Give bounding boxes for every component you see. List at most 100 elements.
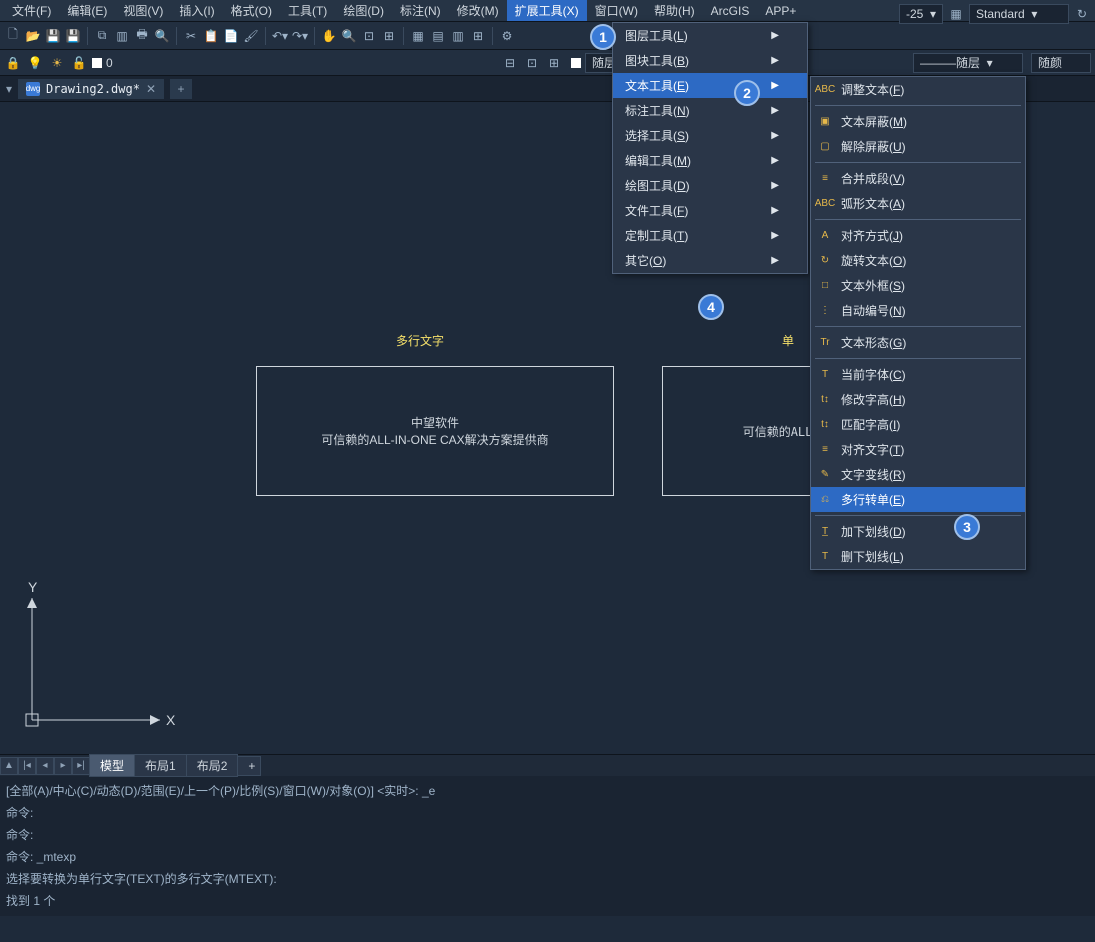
lctr-icon[interactable]: ⊡	[523, 54, 541, 72]
menu-5[interactable]: 工具(T)	[280, 0, 335, 21]
color-swatch[interactable]	[92, 58, 102, 68]
new-icon[interactable]: 🗋	[4, 27, 22, 45]
tab-layout1[interactable]: 布局1	[134, 754, 187, 777]
submenu-item[interactable]: Tr文本形态(G)	[811, 330, 1025, 355]
menu-3[interactable]: 插入(I)	[171, 0, 222, 21]
submenu-item[interactable]: t↕修改字高(H)	[811, 387, 1025, 412]
submenu-item[interactable]: ▣文本屏蔽(M)	[811, 109, 1025, 134]
lprev-icon[interactable]: ⊟	[501, 54, 519, 72]
menu-icon: □	[817, 278, 833, 294]
preview-icon[interactable]: 🔍	[153, 27, 171, 45]
menu-item[interactable]: 文件工具(F)▶	[613, 198, 807, 223]
menu-item[interactable]: 定制工具(T)▶	[613, 223, 807, 248]
submenu-item[interactable]: ⎌多行转单(E)	[811, 487, 1025, 512]
submenu-item[interactable]: ▢解除屏蔽(U)	[811, 134, 1025, 159]
tab-layout2[interactable]: 布局2	[186, 754, 239, 777]
zoom-icon[interactable]: 🔍	[340, 27, 358, 45]
cut-icon[interactable]: ✂	[182, 27, 200, 45]
menu-12[interactable]: ArcGIS	[703, 2, 758, 20]
grid4-icon[interactable]: ⊞	[469, 27, 487, 45]
nav-first[interactable]: |◂	[18, 757, 36, 775]
nav-last[interactable]: ▸|	[72, 757, 90, 775]
menu-item[interactable]: 编辑工具(M)▶	[613, 148, 807, 173]
submenu-item[interactable]: ABC调整文本(F)	[811, 77, 1025, 102]
save-icon[interactable]: 💾	[44, 27, 62, 45]
label-multiline: 多行文字	[396, 332, 444, 349]
saveall-icon[interactable]: 💾	[64, 27, 82, 45]
menu-0[interactable]: 文件(F)	[4, 0, 59, 21]
axis-x-label: X	[166, 712, 176, 728]
refresh-icon[interactable]: ↻	[1073, 5, 1091, 23]
submenu-item[interactable]: t↕匹配字高(I)	[811, 412, 1025, 437]
grid3-icon[interactable]: ▥	[449, 27, 467, 45]
menu-item[interactable]: 其它(O)▶	[613, 248, 807, 273]
submenu-item[interactable]: T̲加下划线(D)	[811, 519, 1025, 544]
menu-7[interactable]: 标注(N)	[392, 0, 449, 21]
menu-10[interactable]: 窗口(W)	[587, 0, 646, 21]
text-box-multiline[interactable]: 中望软件 可信赖的ALL-IN-ONE CAX解决方案提供商	[256, 366, 614, 496]
submenu-item[interactable]: ABC弧形文本(A)	[811, 191, 1025, 216]
redo-icon[interactable]: ↷▾	[291, 27, 309, 45]
undo-icon[interactable]: ↶▾	[271, 27, 289, 45]
standard-combo[interactable]: Standard ▾	[969, 4, 1069, 24]
sun-icon[interactable]: ☀	[48, 54, 66, 72]
lnext-icon[interactable]: ⊞	[545, 54, 563, 72]
grid2-icon[interactable]: ▤	[429, 27, 447, 45]
file-tab[interactable]: dwg Drawing2.dwg* ✕	[18, 79, 164, 99]
submenu-item[interactable]: ≡合并成段(V)	[811, 166, 1025, 191]
menu-8[interactable]: 修改(M)	[449, 0, 507, 21]
linetype-combo[interactable]: ——— 随层 ▾	[913, 53, 1023, 73]
tab-menu-icon[interactable]: ▾	[6, 82, 12, 96]
menu-item[interactable]: 标注工具(N)▶	[613, 98, 807, 123]
menu-6[interactable]: 绘图(D)	[335, 0, 392, 21]
style-icon[interactable]: ▦	[947, 5, 965, 23]
menu-4[interactable]: 格式(O)	[223, 0, 280, 21]
menu-item[interactable]: 图块工具(B)▶	[613, 48, 807, 73]
copy-icon[interactable]: ⧉	[93, 27, 111, 45]
tab-model[interactable]: 模型	[89, 754, 135, 777]
submenu-item[interactable]: ✎文字变线(R)	[811, 462, 1025, 487]
tab-add[interactable]: +	[237, 756, 261, 776]
nav-next[interactable]: ▸	[54, 757, 72, 775]
box1-line2: 可信赖的ALL-IN-ONE CAX解决方案提供商	[257, 431, 613, 448]
print-icon[interactable]: 🖶	[133, 27, 151, 45]
brush-icon[interactable]: 🖌	[242, 27, 260, 45]
menu-icon: ▢	[817, 139, 833, 155]
paste-icon[interactable]: 📄	[222, 27, 240, 45]
menu-9[interactable]: 扩展工具(X)	[507, 0, 587, 21]
command-line[interactable]: [全部(A)/中心(C)/动态(D)/范围(E)/上一个(P)/比例(S)/窗口…	[0, 776, 1095, 916]
lock2-icon[interactable]: 🔓	[70, 54, 88, 72]
submenu-item[interactable]: ↻旋转文本(O)	[811, 248, 1025, 273]
menu-2[interactable]: 视图(V)	[115, 0, 171, 21]
submenu-item[interactable]: □文本外框(S)	[811, 273, 1025, 298]
tool-icon[interactable]: ⚙	[498, 27, 516, 45]
open-icon[interactable]: 📂	[24, 27, 42, 45]
menu-item[interactable]: 图层工具(L)▶	[613, 23, 807, 48]
scroll-up[interactable]: ▲	[0, 757, 18, 775]
menu-13[interactable]: APP+	[757, 2, 804, 20]
menu-item[interactable]: 绘图工具(D)▶	[613, 173, 807, 198]
submenu-item[interactable]: T当前字体(C)	[811, 362, 1025, 387]
zoomext-icon[interactable]: ⊞	[380, 27, 398, 45]
menu-item[interactable]: 文本工具(E)▶	[613, 73, 807, 98]
lock-icon[interactable]: 🔒	[4, 54, 22, 72]
copy2-icon[interactable]: 📋	[202, 27, 220, 45]
layers-icon[interactable]: ▥	[113, 27, 131, 45]
submenu-item[interactable]: A对齐方式(J)	[811, 223, 1025, 248]
grid1-icon[interactable]: ▦	[409, 27, 427, 45]
menu-item[interactable]: 选择工具(S)▶	[613, 123, 807, 148]
submenu-item[interactable]: ⋮自动编号(N)	[811, 298, 1025, 323]
close-icon[interactable]: ✕	[146, 82, 156, 96]
submenu-item[interactable]: T删下划线(L)	[811, 544, 1025, 569]
color-swatch2[interactable]	[571, 58, 581, 68]
submenu-item[interactable]: ≡对齐文字(T)	[811, 437, 1025, 462]
style-num-combo[interactable]: -25 ▾	[899, 4, 943, 24]
lineweight-combo[interactable]: 随颜	[1031, 53, 1091, 73]
zoomwin-icon[interactable]: ⊡	[360, 27, 378, 45]
menu-1[interactable]: 编辑(E)	[59, 0, 115, 21]
bulb-icon[interactable]: 💡	[26, 54, 44, 72]
nav-prev[interactable]: ◂	[36, 757, 54, 775]
new-tab-button[interactable]: +	[170, 79, 192, 99]
menu-11[interactable]: 帮助(H)	[646, 0, 703, 21]
pan-icon[interactable]: ✋	[320, 27, 338, 45]
